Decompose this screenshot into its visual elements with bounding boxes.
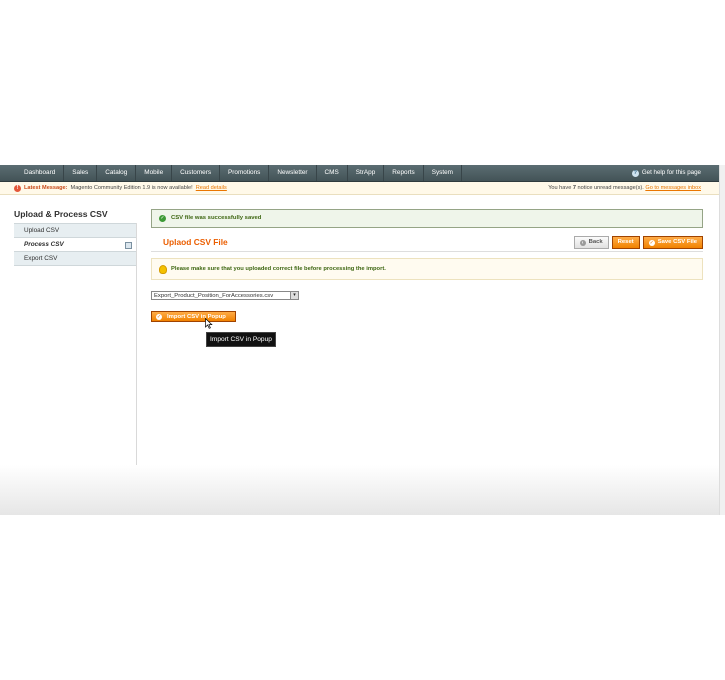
tooltip: Import CSV in Popup [206,332,276,347]
sidebar-divider [136,223,137,473]
nav-item-newsletter[interactable]: Newsletter [269,165,317,181]
nav-item-customers[interactable]: Customers [172,165,221,181]
save-csv-button[interactable]: ✓ Save CSV File [642,236,703,249]
back-label: Back [588,239,603,245]
check-icon: ✓ [159,215,166,222]
changed-icon [125,242,132,249]
nav-item-cms[interactable]: CMS [317,165,348,181]
save-check-icon: ✓ [648,239,655,246]
latest-message: ! Latest Message: Magento Community Edit… [14,182,227,194]
back-button[interactable]: ‹ Back [573,236,609,249]
lightbulb-icon [159,265,167,274]
success-text: CSV file was successfully saved [171,215,262,221]
import-csv-popup-button[interactable]: ✓ Import CSV in Popup [151,311,236,322]
chevron-down-icon: ▾ [290,292,298,299]
nav-item-system[interactable]: System [424,165,462,181]
scrollbar[interactable] [719,165,725,515]
reset-label: Reset [617,239,634,245]
sidebar-item-upload-csv[interactable]: Upload CSV [14,224,136,238]
top-nav: Dashboard Sales Catalog Mobile Customers… [0,165,719,182]
alert-icon: ! [14,184,21,192]
help-label: Get help for this page [641,169,701,176]
read-details-link[interactable]: Read details [196,182,227,194]
nav-item-strapp[interactable]: StrApp [348,165,385,181]
nav-menu: Dashboard Sales Catalog Mobile Customers… [16,165,462,181]
unread-post: notice unread message(s). [576,185,646,191]
save-label: Save CSV File [657,239,697,245]
content-header: Uplaod CSV File ‹ Back Reset ✓ Save CSV … [151,235,703,252]
import-label: Import CSV in Popup [167,314,226,320]
sidebar-item-label: Process CSV [24,241,64,248]
nav-item-dashboard[interactable]: Dashboard [16,165,65,181]
mouse-cursor-icon [205,318,213,329]
page-title: Uplaod CSV File [163,237,228,247]
sidebar-title: Upload & Process CSV [14,209,108,219]
browser-viewport: Dashboard Sales Catalog Mobile Customers… [0,165,719,515]
nav-item-sales[interactable]: Sales [64,165,98,181]
nav-item-promotions[interactable]: Promotions [220,165,270,181]
nav-item-reports[interactable]: Reports [384,165,424,181]
import-check-icon: ✓ [156,314,162,320]
nav-item-catalog[interactable]: Catalog [97,165,137,181]
messages-inbox-link[interactable]: Go to messages inbox [645,185,701,191]
sidebar-item-process-csv[interactable]: Process CSV [14,238,136,252]
help-icon: ? [631,169,639,177]
notice-bar: ! Latest Message: Magento Community Edit… [0,182,719,195]
warning-text: Please make sure that you uploaded corre… [171,266,386,272]
sidebar-item-export-csv[interactable]: Export CSV [14,252,136,266]
success-message: ✓ CSV file was successfully saved [151,209,703,228]
nav-item-mobile[interactable]: Mobile [136,165,173,181]
warning-message: Please make sure that you uploaded corre… [151,258,703,280]
csv-file-selected: Export_Product_Position_ForAccessories.c… [154,293,274,299]
csv-file-select[interactable]: Export_Product_Position_ForAccessories.c… [151,291,299,300]
help-link[interactable]: ? Get help for this page [631,165,701,181]
bottom-fade [0,465,719,515]
sidebar-tabs: Upload CSV Process CSV Export CSV [14,223,136,266]
reset-button[interactable]: Reset [611,236,640,249]
header-buttons: ‹ Back Reset ✓ Save CSV File [573,236,703,249]
unread-pre: You have [548,185,573,191]
latest-message-text: Magento Community Edition 1.9 is now ava… [70,185,193,191]
back-arrow-icon: ‹ [579,239,586,246]
unread-messages: You have 7 notice unread message(s). Go … [548,182,701,194]
latest-message-label: Latest Message: [24,185,68,191]
